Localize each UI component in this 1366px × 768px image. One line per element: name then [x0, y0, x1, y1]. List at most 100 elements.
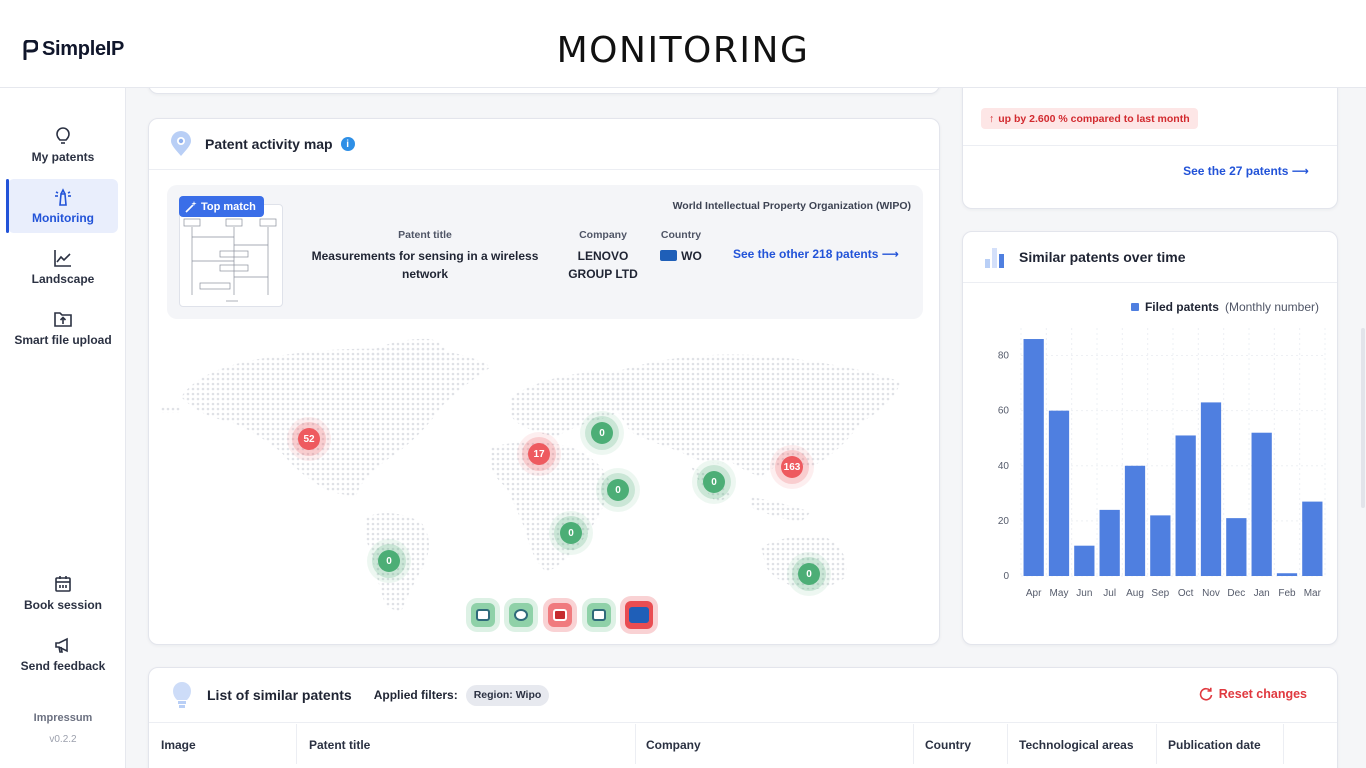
x-tick-label: Mar [1304, 588, 1322, 599]
top-match-panel[interactable]: Top match World Intellectual Property Or… [167, 185, 923, 319]
map-bubble-south-america[interactable]: 0 [378, 550, 400, 572]
x-tick-label: Aug [1126, 588, 1144, 599]
company-header: Company [579, 229, 627, 241]
map-bubble-middle-east[interactable]: 0 [607, 479, 629, 501]
column-header-technological-areas[interactable]: Technological areas [1019, 738, 1134, 752]
country-header: Country [660, 229, 702, 241]
patent-title-value: Measurements for sensing in a wireless n… [311, 249, 539, 281]
chart-bar-mar[interactable] [1302, 501, 1323, 576]
map-card-title: Patent activity map [205, 136, 333, 152]
bar-chart: 0 20 40 60 80 Apr May Jun Jul Aug Sep Oct Nov Dec Jan F… [998, 328, 1326, 599]
similar-patents-list-card: List of similar patents Applied filters:… [148, 667, 1338, 768]
new-patents-stats-card: ↑ up by 2.600 % compared to last month S… [962, 88, 1338, 209]
list-card-header: List of similar patents Applied filters:… [149, 668, 1337, 723]
sidebar-item-send-feedback[interactable]: Send feedback [8, 627, 118, 681]
megaphone-icon [55, 637, 68, 653]
top-bar: SimpleIP MONITORING [0, 0, 1366, 88]
see-other-patents-link[interactable]: See the other 218 patents ⟶ [733, 247, 899, 261]
bar-chart-icon [985, 248, 1004, 268]
x-tick-label: Dec [1227, 588, 1245, 599]
patent-activity-map-card: Patent activity map i Top match World In… [148, 118, 940, 645]
map-bubble-central-asia[interactable]: 0 [703, 471, 725, 493]
x-tick-label: Nov [1202, 588, 1220, 599]
region-filter-wipo[interactable] [625, 601, 653, 629]
chart-bar-jun[interactable] [1074, 545, 1095, 576]
x-tick-label: Apr [1026, 588, 1042, 599]
y-tick-label: 20 [998, 516, 1010, 527]
column-header-publication-date[interactable]: Publication date [1168, 738, 1261, 752]
divider [963, 145, 1337, 146]
calendar-icon [55, 576, 71, 592]
map-bubble-east-asia[interactable]: 163 [781, 456, 803, 478]
chart-bar-dec[interactable] [1226, 518, 1247, 576]
lightbulb-icon [56, 127, 70, 144]
chart-card-header: Similar patents over time [963, 232, 1337, 283]
chart-bar-jan[interactable] [1251, 432, 1272, 576]
legend-note: (Monthly number) [1224, 300, 1319, 314]
change-badge: ↑ up by 2.600 % compared to last month [981, 108, 1198, 129]
chart-bar-sep[interactable] [1150, 515, 1171, 576]
reset-changes-button[interactable]: Reset changes [1199, 687, 1307, 701]
similar-patents-over-time-card: Similar patents over time Filed patents … [962, 231, 1338, 645]
info-icon[interactable]: i [340, 137, 355, 151]
filter-chip-region[interactable]: Region: Wipo [465, 684, 550, 706]
map-bubble-north-america[interactable]: 52 [298, 428, 320, 450]
chart-bar-apr[interactable] [1023, 339, 1044, 576]
sidebar-item-label: Landscape [31, 272, 95, 286]
column-divider [913, 724, 914, 764]
see-other-label: See the other 218 patents [733, 247, 879, 261]
patent-office-icon [592, 609, 606, 621]
magic-wand-icon [185, 200, 197, 213]
x-tick-label: Sep [1151, 588, 1169, 599]
sidebar-item-my-patents[interactable]: My patents [8, 118, 118, 172]
reset-icon [1199, 687, 1213, 701]
chart-bar-jul[interactable] [1099, 509, 1120, 576]
sidebar-item-label: Send feedback [20, 659, 106, 673]
chart-bar-may[interactable] [1048, 410, 1070, 576]
column-header-patent-title[interactable]: Patent title [309, 738, 370, 752]
upload-folder-icon [54, 312, 72, 327]
arrow-right-icon: ⟶ [881, 247, 899, 261]
change-text: up by 2.600 % compared to last month [998, 112, 1190, 125]
patent-drawing-thumbnail[interactable] [179, 204, 283, 307]
y-tick-label: 80 [998, 351, 1010, 362]
x-tick-label: Feb [1278, 588, 1296, 599]
see-patents-link[interactable]: See the 27 patents ⟶ [1183, 164, 1309, 178]
map-bubble-oceania[interactable]: 0 [798, 563, 820, 585]
legend-swatch [1130, 303, 1139, 311]
reset-changes-label: Reset changes [1218, 687, 1307, 701]
line-chart-icon [54, 250, 71, 267]
impressum-link[interactable]: Impressum [0, 712, 126, 724]
y-tick-label: 0 [1003, 571, 1009, 582]
country-value: WO [651, 247, 711, 265]
x-tick-label: Jun [1076, 588, 1092, 599]
chart-bar-nov[interactable] [1200, 402, 1222, 576]
region-filter-epo[interactable] [471, 603, 495, 627]
lightbulb-icon [173, 682, 191, 708]
page-scrollbar[interactable] [1361, 328, 1365, 508]
map-bubble-africa[interactable]: 0 [560, 522, 582, 544]
sidebar-item-monitoring[interactable]: Monitoring [6, 179, 118, 233]
column-header-image[interactable]: Image [161, 738, 196, 752]
sidebar-item-landscape[interactable]: Landscape [8, 240, 118, 294]
sidebar-item-book-session[interactable]: Book session [8, 566, 118, 620]
chart-bar-oct[interactable] [1175, 435, 1196, 576]
sidebar-item-label: My patents [31, 150, 95, 164]
applied-filters-label: Applied filters: [373, 688, 458, 702]
chart-bar-aug[interactable] [1124, 465, 1146, 576]
sidebar-item-label: Smart file upload [14, 333, 112, 347]
list-card-title: List of similar patents [207, 687, 352, 703]
x-tick-label: Oct [1178, 588, 1194, 599]
region-filter-jpo[interactable] [587, 603, 611, 627]
chart-bar-feb[interactable] [1276, 573, 1298, 576]
column-header-country[interactable]: Country [925, 738, 971, 752]
sidebar-item-smart-file-upload[interactable]: Smart file upload [8, 301, 118, 355]
region-filter-eye[interactable] [509, 603, 533, 627]
column-header-company[interactable]: Company [646, 738, 701, 752]
map-bubble-russia[interactable]: 0 [591, 422, 613, 444]
chart-card-title: Similar patents over time [1019, 249, 1186, 265]
map-bubble-europe[interactable]: 17 [528, 443, 550, 465]
lighthouse-icon [55, 188, 71, 206]
region-filter-uspto[interactable] [548, 603, 572, 627]
previous-card [148, 88, 940, 94]
